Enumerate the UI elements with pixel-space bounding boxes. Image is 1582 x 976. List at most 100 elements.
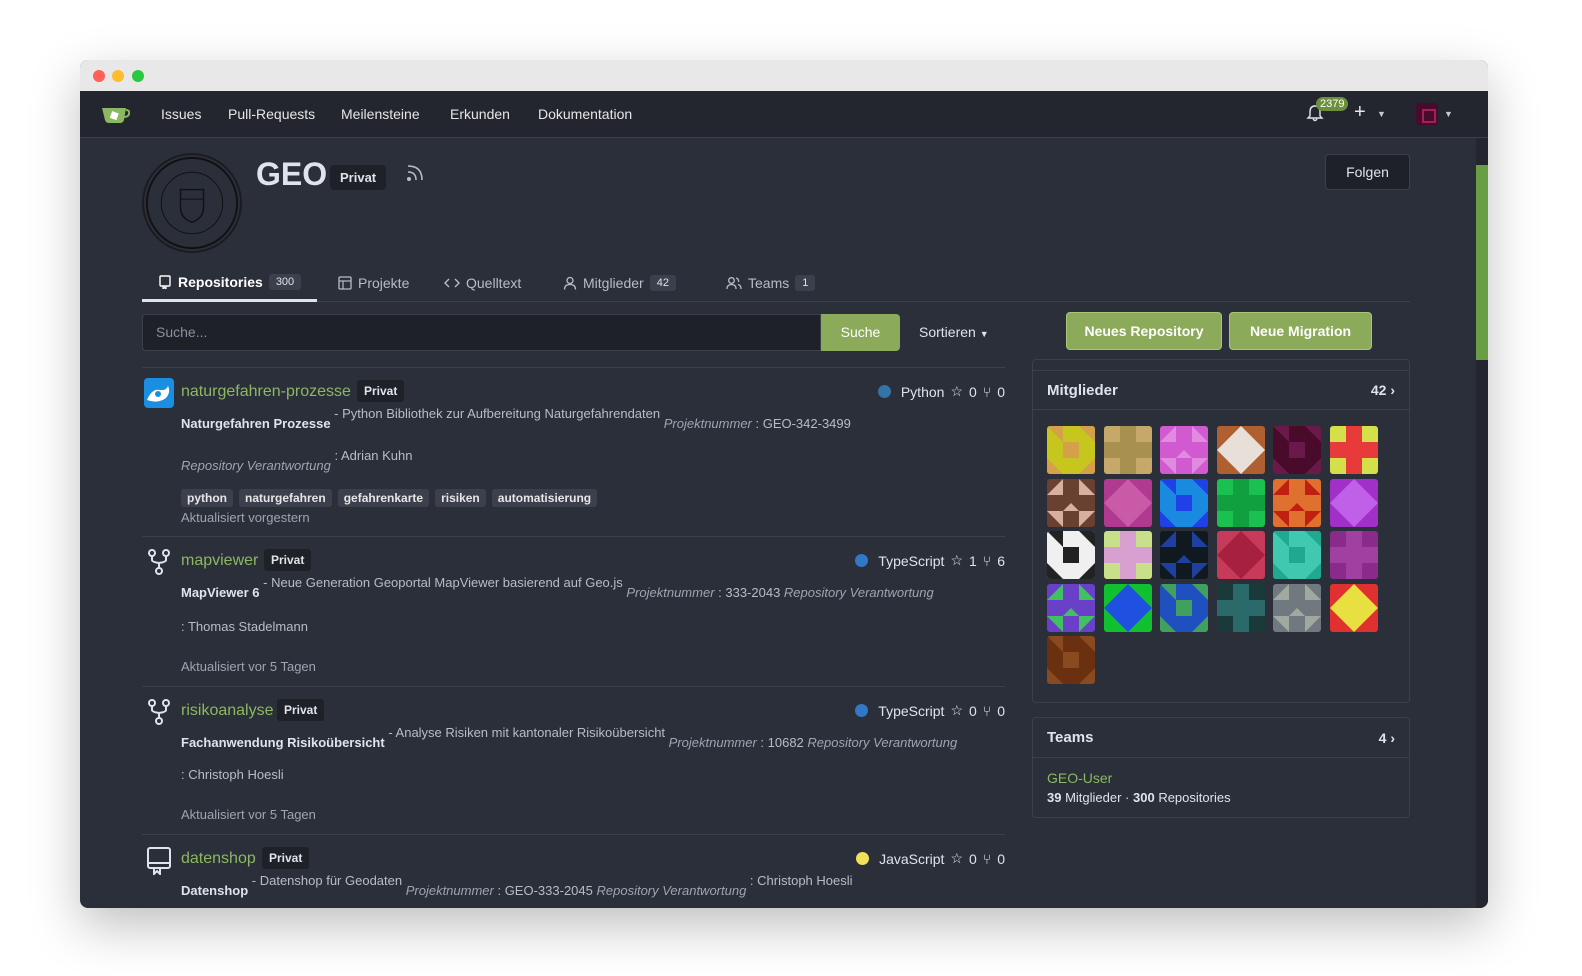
nav-explore[interactable]: Erkunden [450,106,510,122]
resp-label: Repository Verantwortung [181,458,331,473]
tab-label: Quelltext [466,275,522,291]
member-avatar[interactable] [1216,478,1265,527]
rss-feed-icon[interactable] [405,163,425,183]
team-members-label: Mitglieder · [1061,790,1133,805]
member-avatar[interactable] [1160,426,1208,474]
member-avatar[interactable] [1160,583,1208,632]
repository-item: mapviewer Privat TypeScript ☆ 1 ⑂ 6 MapVie… [142,536,1005,686]
repo-desc: - Python Bibliothek zur Aufbereitung Nat… [330,406,664,421]
star-icon[interactable]: ☆ [950,552,963,569]
topic-tag[interactable]: python [181,489,233,507]
topic-tag[interactable]: risiken [435,489,486,507]
create-dropdown-chevron-icon[interactable]: ▼ [1377,109,1386,119]
member-avatar[interactable] [1273,426,1321,474]
tab-projects[interactable]: Projekte [338,264,409,302]
member-avatar[interactable] [1103,531,1152,579]
org-name: GEO [256,156,328,192]
close-window-button[interactable] [93,70,105,82]
tab-repositories[interactable]: Repositories 300 [142,264,317,302]
repo-title: Datenshop [181,883,249,898]
member-avatar[interactable] [1273,531,1321,579]
repo-description: MapViewer 6 - Neue Generation Geoportal … [181,575,934,600]
nav-issues[interactable]: Issues [161,106,201,122]
teams-header[interactable]: Teams 4 › [1033,718,1409,758]
sort-dropdown[interactable]: Sortieren ▼ [919,324,989,340]
resp-value: : Christoph Hoesli [746,873,853,888]
fork-icon[interactable]: ⑂ [983,851,991,867]
search-button[interactable]: Suche [821,314,900,351]
member-avatar[interactable] [1273,583,1321,632]
follow-button[interactable]: Folgen [1325,154,1410,190]
repo-name-link[interactable]: naturgefahren-prozesse [181,383,351,401]
repo-name-link[interactable]: mapviewer [181,552,258,570]
create-new-button[interactable]: + [1354,101,1366,124]
nav-pull-requests[interactable]: Pull-Requests [228,106,315,122]
browser-window: Issues Pull-Requests Meilensteine Erkund… [80,60,1488,908]
member-avatar[interactable] [1047,426,1095,474]
members-count: 42 › [1371,382,1395,398]
topic-tag[interactable]: automatisierung [491,489,598,507]
members-header[interactable]: Mitglieder 42 › [1033,370,1409,410]
member-avatar[interactable] [1160,531,1208,579]
search-input[interactable]: Suche... [142,314,821,351]
repo-updated: Aktualisiert vorgestern [181,510,310,525]
member-avatar[interactable] [1216,426,1265,474]
member-avatar[interactable] [1329,531,1378,579]
topic-tag[interactable]: naturgefahren [239,489,332,507]
fork-icon[interactable]: ⑂ [983,703,991,719]
new-migration-button[interactable]: Neue Migration [1229,312,1372,350]
user-avatar[interactable] [1416,103,1438,125]
scrollbar-thumb[interactable] [1476,165,1488,360]
fork-count: 0 [997,702,1005,719]
tab-teams[interactable]: Teams 1 [726,264,816,302]
member-avatar[interactable] [1216,531,1265,579]
team-name-link[interactable]: GEO-User [1047,770,1112,786]
member-avatar[interactable] [1103,426,1152,474]
fork-icon[interactable]: ⑂ [983,553,991,569]
repo-name-link[interactable]: datenshop [181,850,256,868]
fork-icon[interactable]: ⑂ [983,384,991,400]
new-repository-button[interactable]: Neues Repository [1066,312,1222,350]
member-avatar[interactable] [1103,583,1152,632]
member-avatar[interactable] [1047,636,1095,684]
member-avatar[interactable] [1216,583,1265,632]
top-navbar: Issues Pull-Requests Meilensteine Erkund… [80,91,1488,138]
tab-members[interactable]: Mitglieder 42 [563,264,676,302]
repo-description: Naturgefahren Prozesse - Python Biblioth… [181,406,851,431]
fork-count: 6 [997,552,1005,569]
repo-responsible: : Christoph Hoesli [181,767,284,782]
language-color-dot [856,852,870,865]
minimize-window-button[interactable] [112,70,124,82]
star-icon[interactable]: ☆ [950,383,963,400]
team-repos-label: Repositories [1154,790,1231,805]
member-avatar[interactable] [1047,583,1095,632]
repo-meta: TypeScript ☆ 0 ⑂ 0 [855,702,1005,719]
repo-responsible: : Thomas Stadelmann [181,619,308,634]
repo-icon [147,847,171,875]
gitea-logo-icon[interactable] [100,104,130,124]
maximize-window-button[interactable] [132,70,144,82]
member-avatar[interactable] [1329,583,1378,632]
nav-documentation[interactable]: Dokumentation [538,106,632,122]
user-menu-chevron-icon[interactable]: ▼ [1444,109,1453,119]
star-icon[interactable]: ☆ [950,702,963,719]
tab-code[interactable]: Quelltext [444,264,521,302]
member-avatar[interactable] [1103,478,1152,527]
member-avatar[interactable] [1047,478,1095,527]
fork-repo-icon [148,699,170,725]
person-icon [563,276,577,290]
repo-avatar[interactable] [144,378,174,408]
member-avatar[interactable] [1273,478,1321,527]
nav-milestones[interactable]: Meilensteine [341,106,420,122]
tab-count: 1 [795,275,816,291]
tab-label: Teams [748,275,790,291]
repo-name-link[interactable]: risikoanalyse [181,702,273,720]
member-avatar[interactable] [1160,478,1208,527]
member-avatar[interactable] [1329,426,1378,474]
sort-label: Sortieren [919,324,976,340]
member-avatar[interactable] [1329,478,1378,527]
star-icon[interactable]: ☆ [950,850,963,867]
member-avatar[interactable] [1047,531,1095,579]
resp-label: Repository Verantwortung [596,883,747,898]
topic-tag[interactable]: gefahrenkarte [337,489,430,507]
